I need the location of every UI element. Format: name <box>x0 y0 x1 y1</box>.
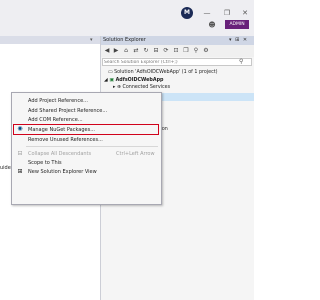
solution-explorer-title: Solution Explorer <box>103 37 146 43</box>
highlight-box <box>13 124 159 135</box>
pending-changes-icon[interactable]: ⊟ <box>152 47 160 55</box>
refresh-icon[interactable]: ⟳ <box>162 47 170 55</box>
back-icon[interactable]: ◀ <box>103 47 111 55</box>
admin-badge: ADMIN <box>225 20 249 29</box>
minimize-icon[interactable]: — <box>202 8 212 18</box>
title-bar <box>0 0 254 36</box>
person-icon[interactable]: ☻ <box>208 21 216 29</box>
search-icon[interactable]: ⚲ <box>239 58 243 66</box>
tree-item-label: Connected Services <box>122 85 171 90</box>
expand-icon: ◢ <box>104 78 108 83</box>
history-icon[interactable]: ↻ <box>142 47 150 55</box>
csharp-project-icon: ▣ <box>109 78 114 83</box>
menu-item-add-project-reference[interactable]: Add Project Reference... <box>28 96 88 106</box>
search-input[interactable] <box>104 59 224 65</box>
chevron-down-icon[interactable]: ▾ <box>90 37 98 43</box>
restore-icon[interactable]: ❐ <box>222 8 232 18</box>
tree-item-solution[interactable]: ▭ Solution 'AdfsOIDCWebApp' (1 of 1 proj… <box>108 69 218 76</box>
settings-icon[interactable]: ⚙ <box>202 47 210 55</box>
solution-icon: ▭ <box>108 70 113 75</box>
menu-item-new-solution-explorer-view[interactable]: New Solution Explorer View <box>28 167 97 177</box>
connected-services-icon: ⊕ <box>116 85 121 90</box>
tree-item-connected-services[interactable]: ▸ ⊕ Connected Services <box>113 84 170 91</box>
collapse-icon[interactable]: ⊡ <box>172 47 180 55</box>
filter-icon[interactable]: ⚲ <box>192 47 200 55</box>
expand-icon: ▸ <box>113 85 116 90</box>
home-icon[interactable]: ⌂ <box>122 47 130 55</box>
shortcut-text: Ctrl+Left Arrow <box>116 151 155 157</box>
tree-item-project[interactable]: ◢ ▣ AdfsOIDCWebApp <box>104 77 163 84</box>
sync-icon[interactable]: ⇄ <box>132 47 140 55</box>
collapse-all-icon: ⊟ <box>17 150 23 157</box>
show-all-files-icon[interactable]: ❐ <box>182 47 190 55</box>
new-view-icon: ⊞ <box>17 168 23 175</box>
forward-icon[interactable]: ▶ <box>112 47 120 55</box>
menu-separator <box>26 146 158 147</box>
tree-item-label: AdfsOIDCWebApp <box>115 78 164 83</box>
account-logo-icon[interactable]: M <box>181 7 193 19</box>
editor-tab-strip <box>0 36 100 44</box>
editor-text: uide <box>0 165 11 171</box>
close-icon[interactable]: ✕ <box>240 8 250 18</box>
menu-item-remove-unused-references[interactable]: Remove Unused References... <box>28 135 103 145</box>
panel-options-icon[interactable]: ▾ ⊞ ✕ <box>229 37 248 44</box>
tree-item-label: Solution 'AdfsOIDCWebApp' (1 of 1 projec… <box>114 70 218 75</box>
